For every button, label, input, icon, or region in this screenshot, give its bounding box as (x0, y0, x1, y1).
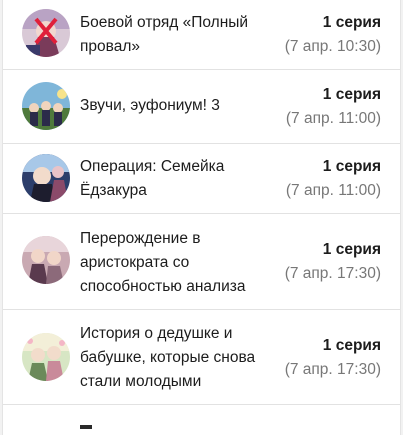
air-time: (7 апр. 11:00) (285, 110, 381, 127)
episode-number: 1 серия (322, 158, 381, 175)
list-item[interactable]: Звучи, эуфониум! 3 1 серия (7 апр. 11:00… (3, 70, 400, 144)
anime-title[interactable]: Операция: Семейка Ёдзакура (80, 155, 280, 203)
episode-number: 1 серия (322, 241, 381, 258)
anime-title[interactable]: Боевой отряд «Полный провал» (80, 11, 280, 59)
episode-number: 1 серия (322, 14, 381, 31)
episode-info: 1 серия (7 апр. 17:30) (285, 238, 381, 286)
episode-number: 1 серия (322, 86, 381, 103)
anime-poster-icon (22, 154, 70, 202)
list-item[interactable]: Боевой отряд «Полный провал» 1 серия (7 … (3, 0, 400, 70)
air-time: (7 апр. 17:30) (284, 265, 381, 282)
anime-title[interactable]: Звучи, эуфониум! 3 (80, 94, 280, 118)
list-item[interactable]: Перерождение в аристократа со способност… (3, 214, 400, 310)
anime-poster-icon (22, 82, 70, 130)
anime-poster-icon (22, 9, 70, 57)
episode-info: 1 серия (7 апр. 11:00) (286, 83, 381, 131)
list-item[interactable]: Операция: Семейка Ёдзакура 1 серия (7 ап… (3, 144, 400, 214)
episode-info: 1 серия (7 апр. 11:00) (286, 155, 381, 203)
episode-number: 1 серия (322, 337, 381, 354)
list-item[interactable] (3, 405, 400, 435)
episode-info: 1 серия (7 апр. 10:30) (285, 11, 381, 59)
air-time: (7 апр. 11:00) (285, 182, 381, 199)
air-time: (7 апр. 10:30) (284, 38, 381, 55)
episode-info: 1 серия (7 апр. 17:30) (285, 334, 381, 382)
truncated-text (80, 425, 92, 429)
anime-poster-icon (22, 333, 70, 381)
schedule-panel: Боевой отряд «Полный провал» 1 серия (7 … (2, 0, 401, 435)
list-item[interactable]: История о дедушке и бабушке, которые сно… (3, 310, 400, 405)
air-time: (7 апр. 17:30) (284, 361, 381, 378)
anime-title[interactable]: История о дедушке и бабушке, которые сно… (80, 322, 280, 394)
anime-title[interactable]: Перерождение в аристократа со способност… (80, 227, 280, 299)
anime-poster-icon (22, 236, 70, 284)
